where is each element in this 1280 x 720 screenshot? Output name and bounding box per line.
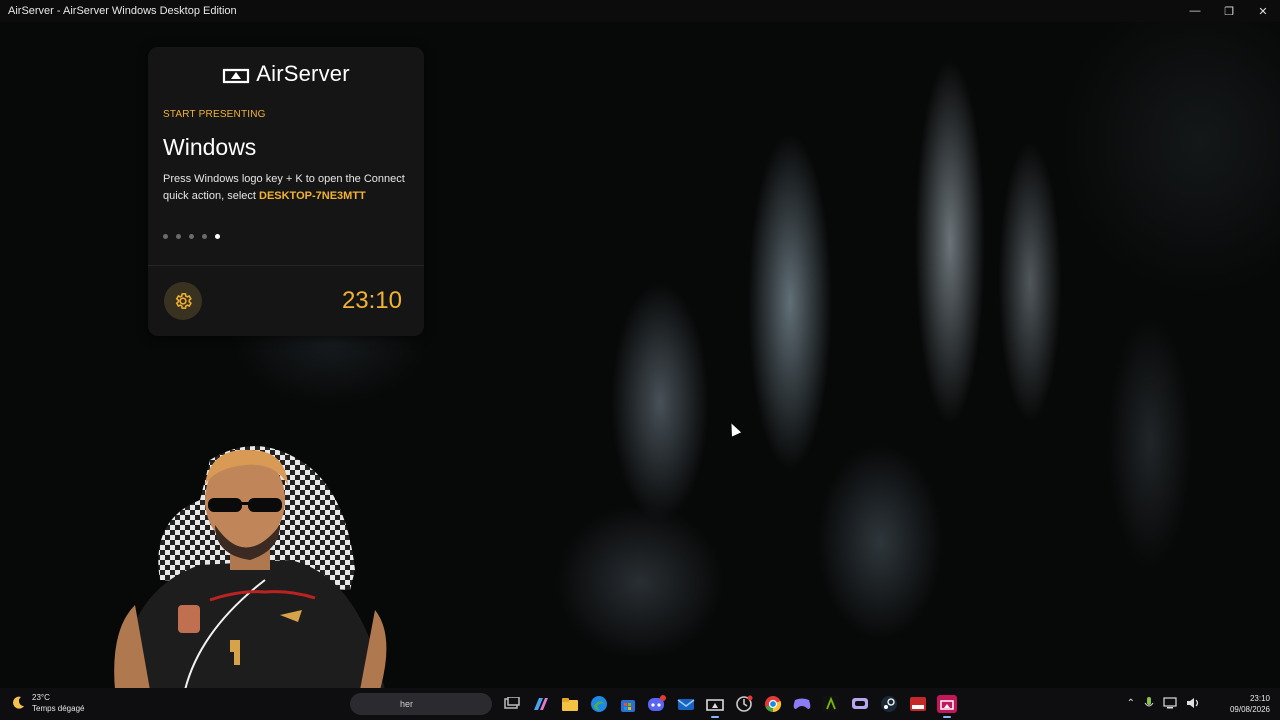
- microphone-icon[interactable]: [1144, 696, 1154, 710]
- weather-temp: 23°C: [32, 693, 50, 702]
- search-text: her: [400, 699, 414, 709]
- airplay-icon: [223, 68, 250, 84]
- carousel-dot[interactable]: [163, 234, 168, 239]
- copilot-icon[interactable]: [529, 692, 553, 716]
- webcam-overlay: [114, 446, 387, 690]
- airserver-active-icon[interactable]: [935, 692, 959, 718]
- taskbar-date: 09/08/2026: [1229, 705, 1270, 714]
- edge-icon[interactable]: [587, 692, 611, 716]
- mail-icon[interactable]: [674, 692, 698, 716]
- carousel-dot[interactable]: [215, 234, 220, 239]
- instructions-text: Press Windows logo key + K to open the C…: [163, 171, 413, 204]
- airserver-logo: AirServer: [148, 61, 424, 87]
- store-icon[interactable]: [616, 692, 640, 716]
- chrome-icon[interactable]: [761, 692, 785, 716]
- taskbar-apps: [500, 692, 959, 718]
- monitor-app-icon[interactable]: [848, 692, 872, 716]
- window-titlebar: AirServer - AirServer Windows Desktop Ed…: [0, 0, 1280, 22]
- clock-display: 23:10: [341, 287, 402, 314]
- chevron-up-icon[interactable]: ⌃: [1127, 698, 1135, 709]
- task-view-icon[interactable]: [500, 692, 524, 716]
- mouse-cursor: [726, 421, 742, 437]
- card-divider: [148, 265, 424, 266]
- nvidia-icon[interactable]: [819, 692, 843, 716]
- volume-icon[interactable]: [1186, 697, 1200, 709]
- clock-app-icon[interactable]: [732, 692, 756, 716]
- carousel-dots[interactable]: [163, 234, 220, 239]
- restore-button[interactable]: ❐: [1212, 0, 1246, 22]
- logo-text: AirServer: [256, 61, 350, 86]
- platform-heading: Windows: [163, 134, 257, 160]
- airserver-app-icon[interactable]: [703, 692, 727, 718]
- weather-widget[interactable]: 23°C Temps dégagé: [10, 692, 84, 714]
- airserver-card: AirServer START PRESENTING Windows Press…: [148, 47, 424, 336]
- carousel-dot[interactable]: [189, 234, 194, 239]
- taskbar-search[interactable]: her: [350, 693, 492, 715]
- start-presenting-label: START PRESENTING: [163, 109, 266, 120]
- weather-condition: Temps dégagé: [32, 704, 85, 713]
- moon-icon: [13, 696, 24, 709]
- media-app-icon[interactable]: [906, 692, 930, 716]
- taskbar-time: 23:10: [1249, 694, 1270, 703]
- settings-button[interactable]: [164, 282, 202, 320]
- system-tray: ⌃: [1127, 696, 1200, 710]
- carousel-dot[interactable]: [176, 234, 181, 239]
- device-name: DESKTOP-7NE3MTT: [259, 189, 366, 202]
- file-explorer-icon[interactable]: [558, 692, 582, 716]
- display-icon[interactable]: [1163, 697, 1177, 709]
- carousel-dot[interactable]: [202, 234, 207, 239]
- close-button[interactable]: ✕: [1246, 0, 1280, 22]
- taskbar: 23°C Temps dégagé her ⌃ 23:10 09/08/2026: [0, 688, 1280, 720]
- gamepad-icon[interactable]: [790, 692, 814, 716]
- window-title: AirServer - AirServer Windows Desktop Ed…: [8, 5, 237, 17]
- gear-icon: [175, 293, 192, 309]
- minimize-button[interactable]: —: [1178, 0, 1212, 22]
- taskbar-clock[interactable]: 23:10 09/08/2026: [1230, 693, 1270, 715]
- steam-icon[interactable]: [877, 692, 901, 716]
- discord-icon[interactable]: [645, 692, 669, 716]
